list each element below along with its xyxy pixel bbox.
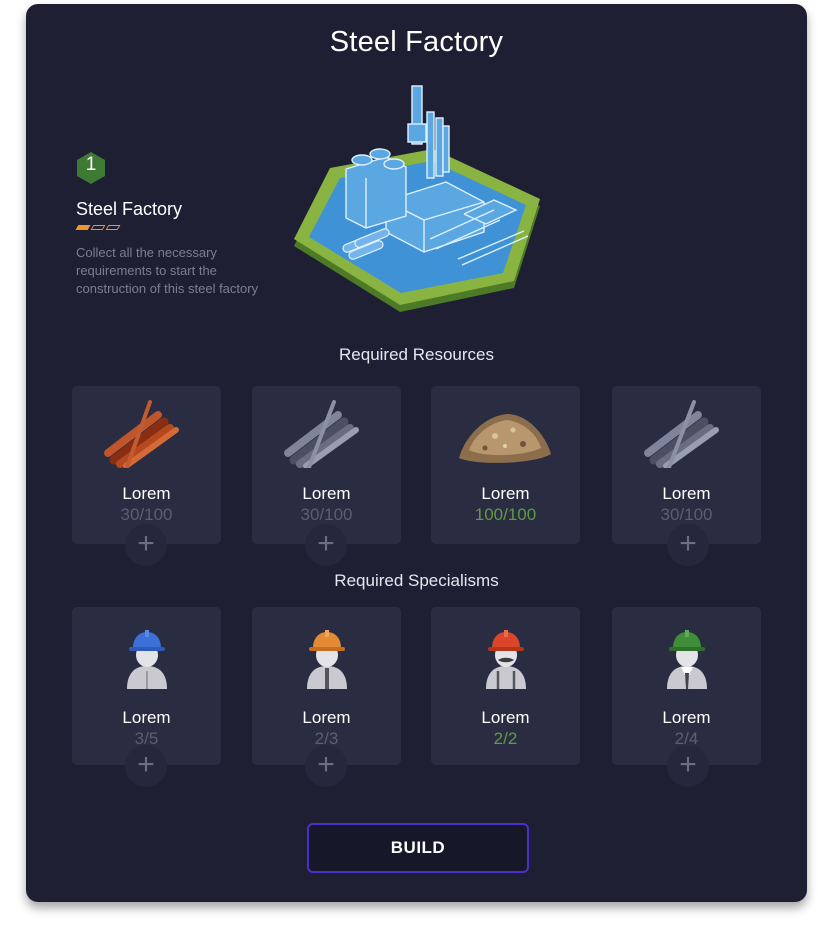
build-button[interactable]: BUILD xyxy=(307,823,529,873)
building-panel: Steel Factory 1 Steel Factory Collect al… xyxy=(26,4,807,902)
resource-count: 30/100 xyxy=(660,505,713,524)
specialism-count: 2/2 xyxy=(493,729,518,748)
resource-name: Lorem xyxy=(662,484,711,503)
panel-title: Steel Factory xyxy=(329,26,504,58)
resource-count: 100/100 xyxy=(474,505,537,524)
tier-pip xyxy=(90,225,106,230)
specialism-name: Lorem xyxy=(662,708,711,727)
tier-pip xyxy=(105,225,121,230)
specialism-name: Lorem xyxy=(481,708,530,727)
add-resource-button[interactable]: + xyxy=(305,524,347,566)
level-number: 1 xyxy=(85,154,97,175)
specialism-card: Lorem 3/5 xyxy=(72,607,221,765)
worker-green-helmet-icon xyxy=(667,630,707,689)
steel-rods-icon xyxy=(284,400,359,468)
resource-name: Lorem xyxy=(481,484,530,503)
specialism-card: Lorem 2/2 xyxy=(431,607,580,765)
add-specialist-button[interactable]: + xyxy=(667,745,709,787)
resource-card: Lorem 30/100 xyxy=(612,386,761,544)
add-specialist-button[interactable]: + xyxy=(125,745,167,787)
specialism-name: Lorem xyxy=(302,708,351,727)
specialism-card: Lorem 2/4 xyxy=(612,607,761,765)
tier-pip xyxy=(75,225,91,230)
steel-rods-icon xyxy=(644,400,719,468)
add-specialist-button[interactable]: + xyxy=(305,745,347,787)
worker-orange-helmet-icon xyxy=(307,630,347,689)
sand-pile-icon xyxy=(459,414,551,463)
factory-illustration xyxy=(294,85,540,312)
resource-card: Lorem 100/100 xyxy=(431,386,580,544)
building-description: Collect all the necessary requirements t… xyxy=(76,245,259,296)
resource-card: Lorem 30/100 xyxy=(72,386,221,544)
resource-card: Lorem 30/100 xyxy=(252,386,401,544)
copper-rods-icon xyxy=(104,400,179,468)
add-resource-button[interactable]: + xyxy=(667,524,709,566)
worker-blue-helmet-icon xyxy=(127,630,167,689)
resource-count: 30/100 xyxy=(120,505,173,524)
add-resource-button[interactable]: + xyxy=(125,524,167,566)
building-name: Steel Factory xyxy=(76,199,183,219)
resource-name: Lorem xyxy=(302,484,351,503)
specialism-name: Lorem xyxy=(122,708,171,727)
resource-count: 30/100 xyxy=(300,505,353,524)
resources-heading: Required Resources xyxy=(339,345,494,364)
specialism-card: Lorem 2/3 xyxy=(252,607,401,765)
specialisms-heading: Required Specialisms xyxy=(334,571,499,590)
worker-red-helmet-icon xyxy=(486,630,526,689)
tier-indicator xyxy=(75,225,121,230)
resource-name: Lorem xyxy=(122,484,171,503)
